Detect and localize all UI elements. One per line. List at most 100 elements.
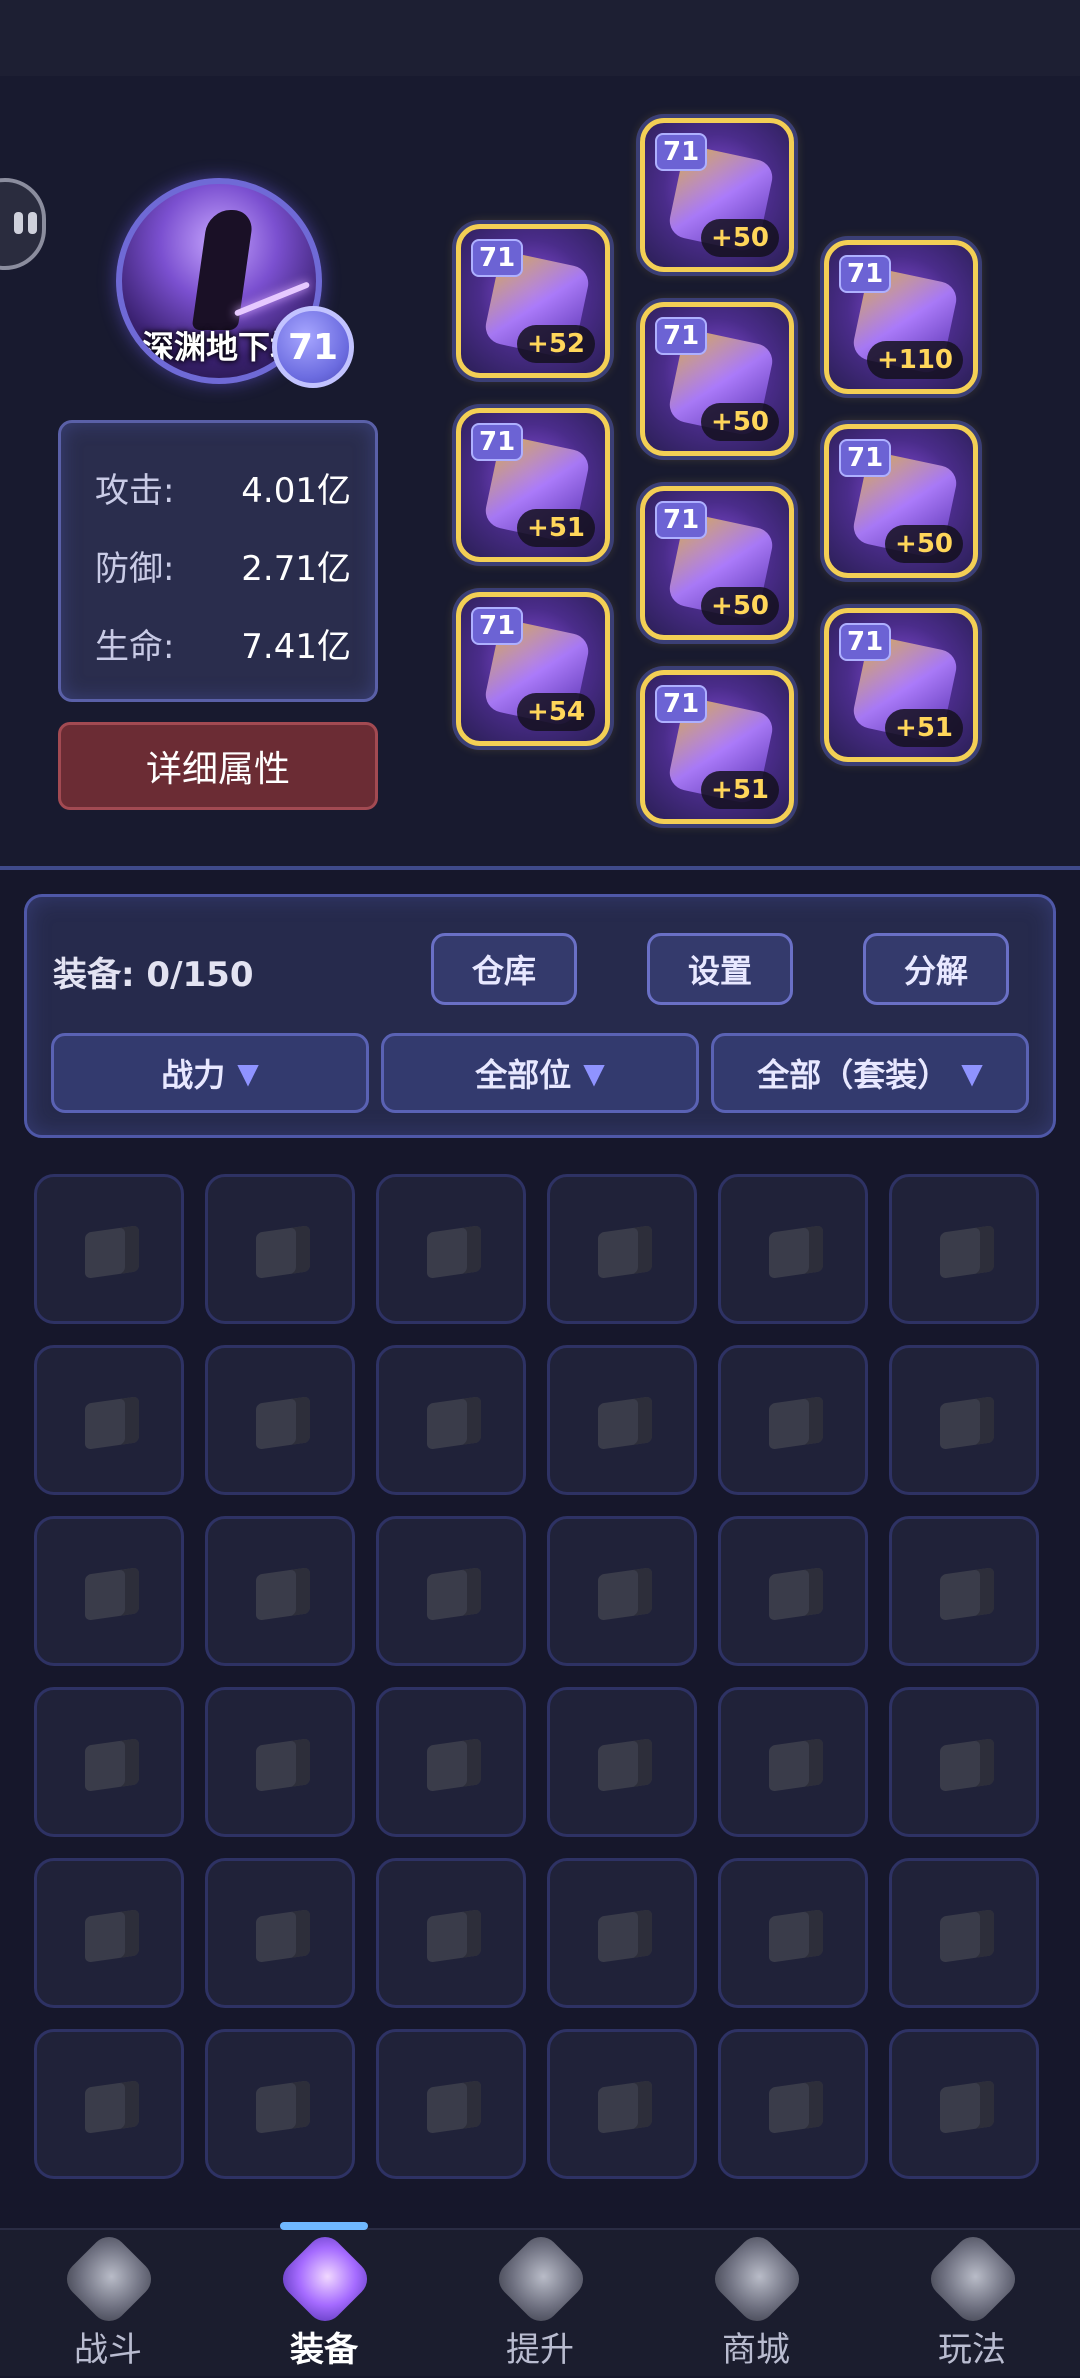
empty-box-icon — [769, 1567, 823, 1621]
nav-label: 提升 — [506, 2330, 574, 2370]
inventory-slot[interactable] — [889, 1516, 1039, 1666]
equip-slot-legs[interactable]: 71 +50 — [640, 486, 794, 640]
inventory-slot[interactable] — [205, 1516, 355, 1666]
equip-slot-gloves[interactable]: 71 +50 — [824, 424, 978, 578]
empty-box-icon — [256, 1396, 310, 1450]
equip-slot-necklace[interactable]: 71 +51 — [640, 670, 794, 824]
empty-box-icon — [427, 1738, 481, 1792]
enhance-bonus: +110 — [866, 341, 963, 379]
inventory-slot[interactable] — [889, 1858, 1039, 2008]
empty-box-icon — [85, 1738, 139, 1792]
empty-box-icon — [598, 1396, 652, 1450]
inventory-slot[interactable] — [376, 1174, 526, 1324]
sort-power-dropdown[interactable]: 战力 ▼ — [51, 1033, 369, 1113]
inventory-slot[interactable] — [718, 1345, 868, 1495]
inventory-slot[interactable] — [889, 1174, 1039, 1324]
equip-slot-chest[interactable]: 71 +50 — [640, 302, 794, 456]
dropdown-label: 全部位 — [475, 1056, 572, 1094]
empty-box-icon — [427, 1225, 481, 1279]
inventory-slot[interactable] — [376, 1516, 526, 1666]
inventory-slot[interactable] — [718, 1687, 868, 1837]
inventory-slot[interactable] — [376, 1687, 526, 1837]
enhance-bonus: +50 — [701, 587, 779, 625]
inventory-slot[interactable] — [376, 1858, 526, 2008]
detail-attributes-button[interactable]: 详细属性 — [58, 722, 378, 810]
equip-slot-boots[interactable]: 71 +51 — [824, 608, 978, 762]
nav-battle[interactable]: 战斗 — [0, 2229, 216, 2378]
inventory-slot[interactable] — [34, 1174, 184, 1324]
inventory-slot[interactable] — [34, 1687, 184, 1837]
nav-shop[interactable]: 商城 — [648, 2229, 864, 2378]
inventory-slot[interactable] — [889, 1687, 1039, 1837]
inventory-slot[interactable] — [547, 2029, 697, 2179]
inventory-slot[interactable] — [718, 2029, 868, 2179]
handle-bar-icon — [28, 212, 37, 234]
inventory-slot[interactable] — [205, 2029, 355, 2179]
item-level: 71 — [655, 501, 708, 539]
item-level: 71 — [655, 133, 708, 171]
empty-box-icon — [256, 1225, 310, 1279]
stats-panel: 攻击: 4.01亿 防御: 2.71亿 生命: 7.41亿 — [58, 420, 378, 702]
enhance-bonus: +51 — [885, 709, 963, 747]
empty-box-icon — [427, 1909, 481, 1963]
inventory-slot[interactable] — [889, 1345, 1039, 1495]
inventory-slot[interactable] — [34, 1345, 184, 1495]
empty-box-icon — [85, 2080, 139, 2134]
empty-box-icon — [940, 1738, 994, 1792]
enhance-bonus: +51 — [701, 771, 779, 809]
nav-upgrade[interactable]: 提升 — [432, 2229, 648, 2378]
shop-icon — [707, 2229, 807, 2329]
settings-button[interactable]: 设置 — [647, 933, 793, 1005]
slot-filter-dropdown[interactable]: 全部位 ▼ — [381, 1033, 699, 1113]
inventory-slot[interactable] — [547, 1858, 697, 2008]
stat-hp: 生命: 7.41亿 — [95, 619, 351, 668]
equip-slot-accessory[interactable]: 71 +54 — [456, 592, 610, 746]
inventory-slot[interactable] — [718, 1174, 868, 1324]
empty-box-icon — [598, 1909, 652, 1963]
equip-slot-cloak[interactable]: 71 +110 — [824, 240, 978, 394]
stat-value: 4.01亿 — [241, 471, 351, 511]
inventory-slot[interactable] — [547, 1345, 697, 1495]
empty-box-icon — [598, 1738, 652, 1792]
inventory-slot[interactable] — [205, 1345, 355, 1495]
gameplay-icon — [923, 2229, 1023, 2329]
set-filter-dropdown[interactable]: 全部（套装） ▼ — [711, 1033, 1029, 1113]
warehouse-button[interactable]: 仓库 — [431, 933, 577, 1005]
inventory-slot[interactable] — [205, 1687, 355, 1837]
item-level: 71 — [655, 685, 708, 723]
enhance-bonus: +52 — [517, 325, 595, 363]
equip-slot-offhand[interactable]: 71 +51 — [456, 408, 610, 562]
nav-equipment[interactable]: 装备 — [216, 2222, 432, 2378]
inventory-slot[interactable] — [547, 1687, 697, 1837]
inventory-slot[interactable] — [718, 1516, 868, 1666]
equip-slot-helmet[interactable]: 71 +50 — [640, 118, 794, 272]
inventory-slot[interactable] — [376, 1345, 526, 1495]
inventory-slot[interactable] — [376, 2029, 526, 2179]
empty-box-icon — [427, 1396, 481, 1450]
item-level: 71 — [839, 439, 892, 477]
item-level: 71 — [655, 317, 708, 355]
empty-box-icon — [940, 1909, 994, 1963]
stat-label: 攻击: — [95, 471, 175, 511]
empty-box-icon — [256, 1738, 310, 1792]
equipment-icon — [275, 2229, 375, 2329]
inventory-slot[interactable] — [889, 2029, 1039, 2179]
empty-box-icon — [598, 1225, 652, 1279]
inventory-slot[interactable] — [205, 1174, 355, 1324]
empty-box-icon — [940, 1225, 994, 1279]
inventory-slot[interactable] — [34, 1858, 184, 2008]
triangle-down-icon: ▼ — [961, 1056, 983, 1090]
inventory-slot[interactable] — [34, 1516, 184, 1666]
status-bar — [0, 0, 1080, 76]
equip-slot-weapon[interactable]: 71 +52 — [456, 224, 610, 378]
inventory-slot[interactable] — [547, 1174, 697, 1324]
inventory-slot[interactable] — [718, 1858, 868, 2008]
inventory-slot[interactable] — [34, 2029, 184, 2179]
enhance-bonus: +54 — [517, 693, 595, 731]
inventory-slot[interactable] — [547, 1516, 697, 1666]
empty-box-icon — [256, 1909, 310, 1963]
decompose-button[interactable]: 分解 — [863, 933, 1009, 1005]
nav-gameplay[interactable]: 玩法 — [864, 2229, 1080, 2378]
empty-box-icon — [256, 2080, 310, 2134]
inventory-slot[interactable] — [205, 1858, 355, 2008]
